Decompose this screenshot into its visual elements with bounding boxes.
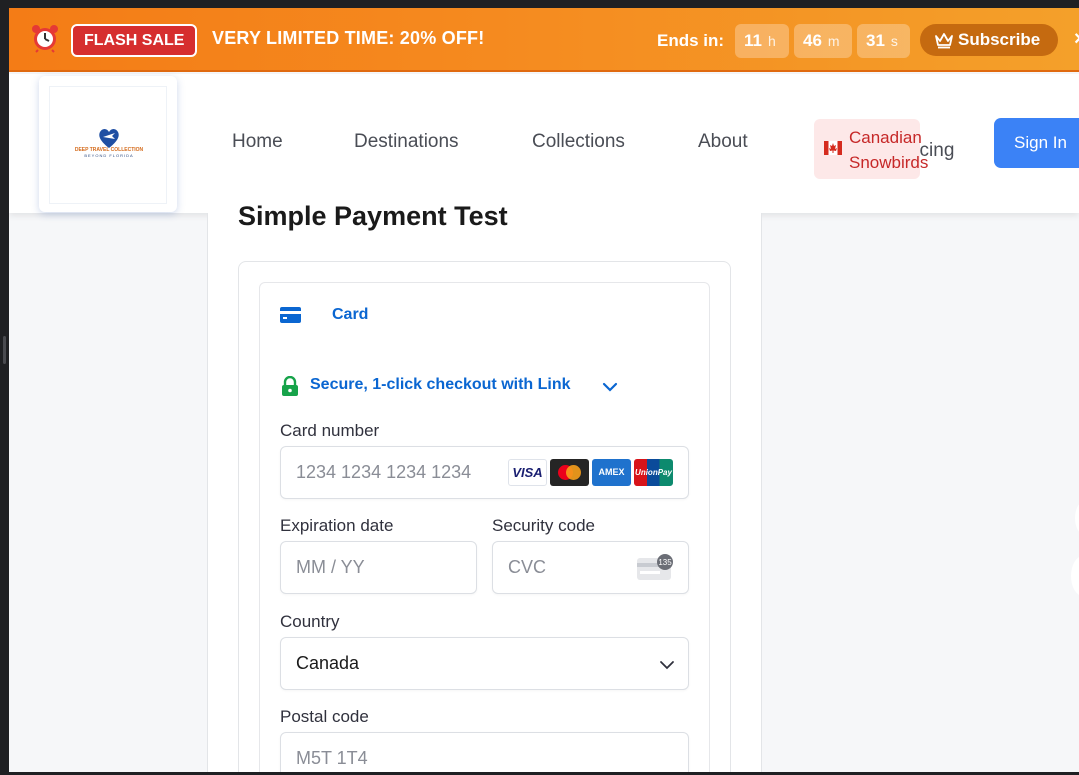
sign-in-button[interactable]: Sign In <box>994 118 1079 168</box>
unionpay-icon: UnionPay <box>634 459 673 486</box>
crown-icon <box>935 33 953 49</box>
cvc-icon-text: 135 <box>658 558 672 567</box>
alarm-clock-icon <box>32 25 58 53</box>
browser-viewport: FLASH SALE VERY LIMITED TIME: 20% OFF! E… <box>9 8 1079 772</box>
card-number-label: Card number <box>280 421 380 440</box>
lock-icon <box>282 376 298 396</box>
amex-icon: AMEX <box>592 459 631 486</box>
nav-about[interactable]: About <box>698 131 748 153</box>
amex-label: AMEX <box>598 467 625 477</box>
subscribe-button[interactable]: Subscribe <box>920 24 1058 56</box>
postal-code-input[interactable]: M5T 1T4 <box>280 732 689 772</box>
chevron-down-icon <box>660 661 674 670</box>
floating-widget-button[interactable] <box>1075 501 1079 535</box>
page-title: Simple Payment Test <box>238 201 508 231</box>
card-number-input[interactable]: 1234 1234 1234 1234 VISA AMEX UnionPay <box>280 446 689 499</box>
logo-link[interactable]: DEEP TRAVEL COLLECTION BEYOND FLORIDA <box>39 76 177 212</box>
canadian-snowbirds-line1: Canadian <box>849 128 922 147</box>
flash-sale-headline: VERY LIMITED TIME: 20% OFF! <box>212 28 485 48</box>
chevron-down-icon[interactable] <box>602 380 618 394</box>
timer-minutes-unit: m <box>827 33 840 49</box>
nav-destinations[interactable]: Destinations <box>354 131 459 153</box>
credit-card-icon <box>280 307 301 323</box>
timer-hours-value: 11 <box>744 31 762 50</box>
logo-text-secondary: BEYOND FLORIDA <box>84 153 134 158</box>
security-code-input[interactable]: CVC 135 <box>492 541 689 594</box>
link-checkout-toggle[interactable]: Secure, 1-click checkout with Link <box>310 376 571 394</box>
country-value: Canada <box>296 653 360 673</box>
nav-canadian-snowbirds[interactable]: Canadian Snowbirds <box>814 119 928 179</box>
payment-form: Card Secure, 1-click checkout with Link … <box>259 282 710 772</box>
floating-chat-button[interactable] <box>1071 556 1079 596</box>
logo: DEEP TRAVEL COLLECTION BEYOND FLORIDA <box>49 86 167 204</box>
timer-hours: 11 h <box>735 24 789 58</box>
timer-minutes: 46 m <box>794 24 852 58</box>
card-number-placeholder: 1234 1234 1234 1234 <box>296 462 472 482</box>
canadian-snowbirds-label: Canadian Snowbirds <box>849 125 928 175</box>
payment-element-container: Card Secure, 1-click checkout with Link … <box>238 261 731 772</box>
flash-sale-badge: FLASH SALE <box>71 24 198 57</box>
security-code-label: Security code <box>492 516 595 535</box>
mastercard-logo <box>558 465 581 480</box>
visa-label: VISA <box>512 465 543 480</box>
expiration-date-label: Expiration date <box>280 516 394 535</box>
canada-flag-icon <box>824 141 842 155</box>
timer-minutes-value: 46 <box>803 31 822 50</box>
expiration-placeholder: MM / YY <box>296 557 365 577</box>
timer-hours-unit: h <box>767 33 776 49</box>
timer-seconds-value: 31 <box>866 31 885 50</box>
canadian-snowbirds-line2: Snowbirds <box>849 153 929 172</box>
cvc-placeholder: CVC <box>508 557 547 577</box>
visa-icon: VISA <box>508 459 547 486</box>
nav-collections[interactable]: Collections <box>532 131 625 153</box>
mastercard-icon <box>550 459 589 486</box>
unionpay-label: UnionPay <box>635 468 672 477</box>
expiration-date-input[interactable]: MM / YY <box>280 541 477 594</box>
close-banner-button[interactable]: × <box>1074 28 1079 51</box>
timer-seconds: 31 s <box>857 24 910 58</box>
ends-in-label: Ends in: <box>657 31 725 50</box>
window-resize-handle[interactable] <box>3 336 6 364</box>
payment-page-card: Simple Payment Test Card Secure, 1-click… <box>207 201 762 772</box>
country-label: Country <box>280 612 340 631</box>
flash-sale-banner: FLASH SALE VERY LIMITED TIME: 20% OFF! E… <box>9 8 1079 72</box>
postal-code-label: Postal code <box>280 707 369 726</box>
cvc-card-icon: 135 <box>637 554 673 580</box>
subscribe-label: Subscribe <box>958 30 1041 49</box>
site-header: DEEP TRAVEL COLLECTION BEYOND FLORIDA Ho… <box>9 74 1079 213</box>
timer-seconds-unit: s <box>890 33 898 49</box>
postal-code-placeholder: M5T 1T4 <box>296 748 368 768</box>
tab-card[interactable]: Card <box>332 306 368 324</box>
nav-home[interactable]: Home <box>232 131 283 153</box>
country-select[interactable]: Canada <box>280 637 689 690</box>
